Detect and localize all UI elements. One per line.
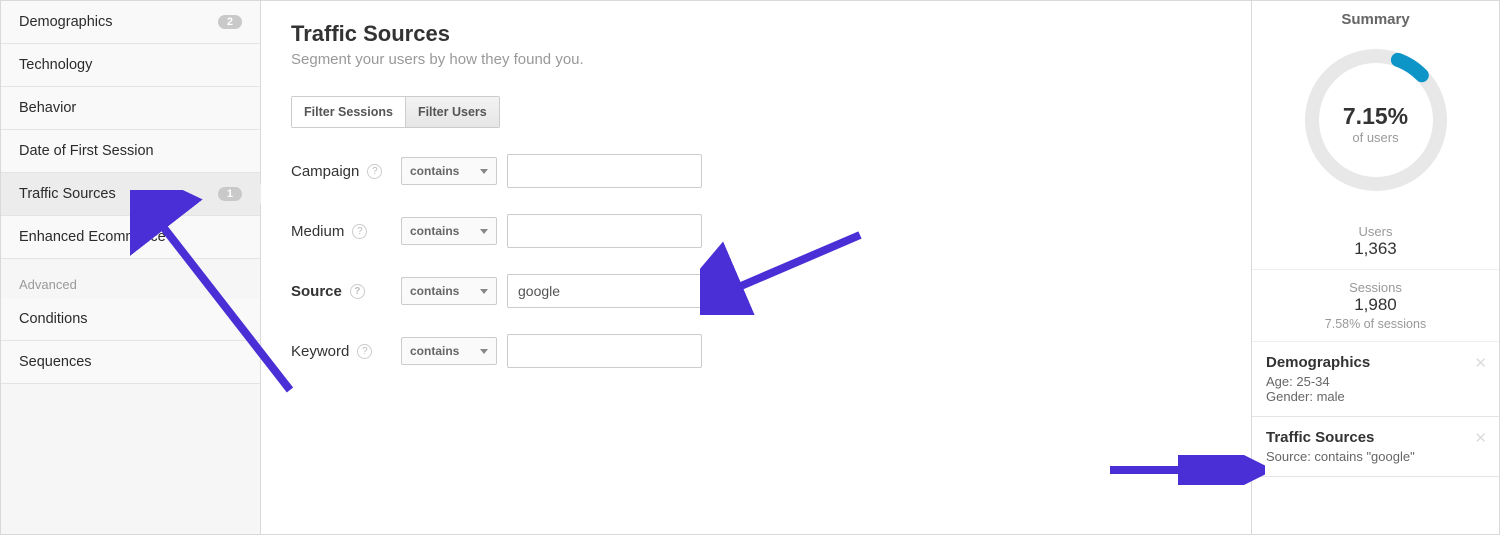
applied-filter-line: Source: contains "google" [1266,449,1485,464]
stat-note: 7.58% of sessions [1252,317,1499,331]
sidebar-item-technology[interactable]: Technology [1,44,260,87]
stat-label: Sessions [1252,280,1499,295]
clear-icon[interactable]: ✕ [710,283,726,299]
sidebar-item-label: Enhanced Ecommerce [19,229,166,245]
sidebar-item-date-first-session[interactable]: Date of First Session [1,130,260,173]
source-operator-dropdown[interactable]: contains [401,277,497,305]
sidebar-item-demographics[interactable]: Demographics 2 [1,1,260,44]
keyword-input[interactable] [507,334,702,368]
sidebar-item-sequences[interactable]: Sequences [1,341,260,384]
dropdown-value: contains [410,284,459,298]
dropdown-value: contains [410,164,459,178]
field-label-text: Keyword [291,343,349,360]
donut-chart: 7.15% of users [1252,34,1499,214]
help-icon[interactable]: ? [367,164,382,179]
main-content: Traffic Sources Segment your users by ho… [261,1,1251,534]
remove-icon[interactable]: ✕ [1474,429,1487,447]
sidebar-badge: 2 [218,15,242,29]
sidebar-advanced-label: Advanced [1,259,260,298]
sidebar-item-label: Technology [19,57,92,73]
applied-filter-line: Age: 25-34 [1266,374,1485,389]
caret-down-icon [480,289,488,294]
stat-sessions: Sessions 1,980 7.58% of sessions [1252,270,1499,342]
sidebar-item-conditions[interactable]: Conditions [1,298,260,341]
medium-label: Medium ? [291,223,401,240]
campaign-input[interactable] [507,154,702,188]
caret-down-icon [480,169,488,174]
page-subtitle: Segment your users by how they found you… [291,51,1221,68]
summary-panel: Summary 7.15% of users Users 1,363 Sessi… [1251,1,1499,534]
applied-filter-demographics[interactable]: ✕ Demographics Age: 25-34 Gender: male [1252,342,1499,417]
help-icon[interactable]: ? [357,344,372,359]
field-label-text: Source [291,283,342,300]
campaign-row: Campaign ? contains [291,154,1221,188]
applied-filter-title: Traffic Sources [1266,429,1485,446]
source-label: Source ? [291,283,401,300]
caret-down-icon [480,349,488,354]
filter-tabs: Filter Sessions Filter Users [291,96,500,128]
tab-filter-users[interactable]: Filter Users [406,97,499,127]
sidebar-item-label: Behavior [19,100,76,116]
medium-row: Medium ? contains [291,214,1221,248]
sidebar-item-label: Date of First Session [19,143,154,159]
sidebar-item-label: Demographics [19,14,113,30]
sidebar-item-label: Sequences [19,354,92,370]
sidebar-item-label: Traffic Sources [19,186,116,202]
sidebar-item-enhanced-ecommerce[interactable]: Enhanced Ecommerce [1,216,260,259]
dropdown-value: contains [410,344,459,358]
remove-icon[interactable]: ✕ [1474,354,1487,372]
sidebar: Demographics 2 Technology Behavior Date … [1,1,261,534]
donut-sub: of users [1343,130,1408,145]
caret-down-icon [480,229,488,234]
campaign-label: Campaign ? [291,163,401,180]
summary-title: Summary [1252,1,1499,34]
page-title: Traffic Sources [291,21,1221,47]
field-label-text: Campaign [291,163,359,180]
help-icon[interactable]: ? [350,284,365,299]
campaign-operator-dropdown[interactable]: contains [401,157,497,185]
sidebar-item-label: Conditions [19,311,88,327]
help-icon[interactable]: ? [352,224,367,239]
sidebar-badge: 1 [218,187,242,201]
applied-filter-title: Demographics [1266,354,1485,371]
keyword-row: Keyword ? contains [291,334,1221,368]
stat-value: 1,980 [1252,295,1499,315]
stat-label: Users [1252,224,1499,239]
tab-filter-sessions[interactable]: Filter Sessions [292,97,406,127]
donut-percent: 7.15% [1343,103,1408,130]
applied-filter-traffic-sources[interactable]: ✕ Traffic Sources Source: contains "goog… [1252,417,1499,477]
keyword-label: Keyword ? [291,343,401,360]
applied-filter-line: Gender: male [1266,389,1485,404]
stat-value: 1,363 [1252,239,1499,259]
keyword-operator-dropdown[interactable]: contains [401,337,497,365]
sidebar-item-traffic-sources[interactable]: Traffic Sources 1 [1,173,260,216]
dropdown-value: contains [410,224,459,238]
stat-users: Users 1,363 [1252,214,1499,270]
sidebar-item-behavior[interactable]: Behavior [1,87,260,130]
source-input[interactable] [507,274,702,308]
source-row: Source ? contains ✕ [291,274,1221,308]
medium-input[interactable] [507,214,702,248]
field-label-text: Medium [291,223,344,240]
medium-operator-dropdown[interactable]: contains [401,217,497,245]
